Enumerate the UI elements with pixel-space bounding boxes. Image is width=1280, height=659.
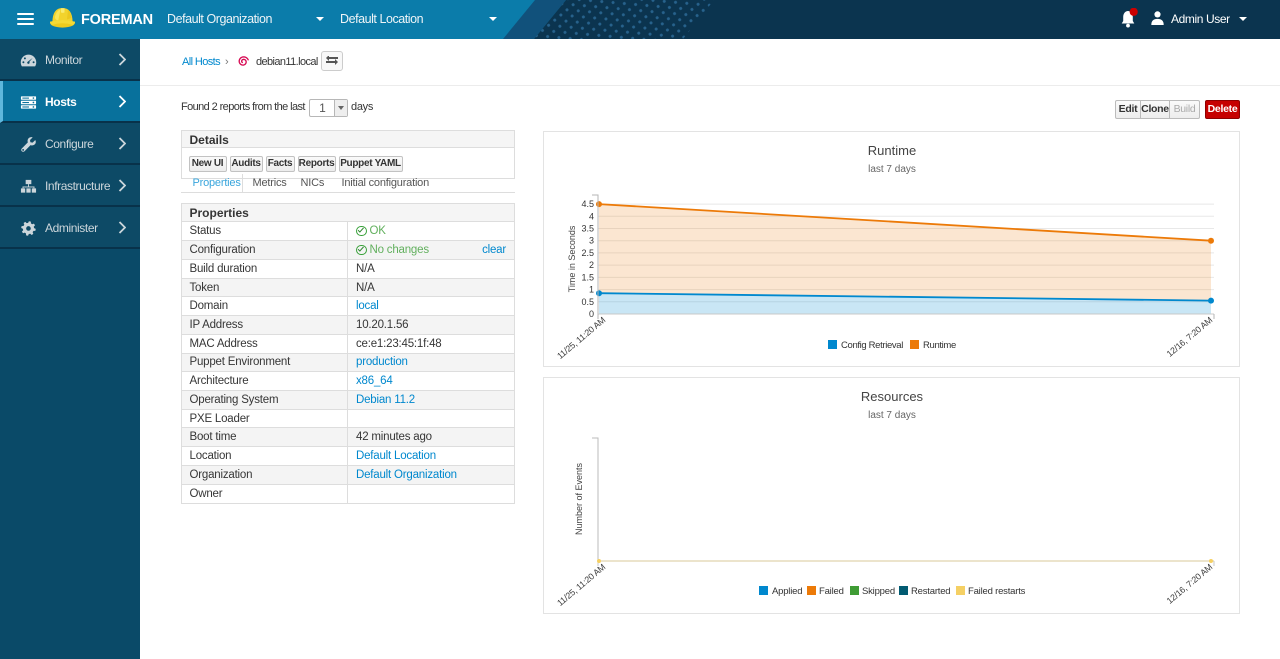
svg-text:Runtime: Runtime <box>923 340 956 351</box>
svg-text:0: 0 <box>589 309 594 319</box>
svg-text:11/25, 11:20 AM: 11/25, 11:20 AM <box>555 314 607 360</box>
svg-text:last 7 days: last 7 days <box>868 164 916 175</box>
svg-text:0.5: 0.5 <box>581 296 594 306</box>
svg-text:Applied: Applied <box>772 586 802 597</box>
svg-text:Failed restarts: Failed restarts <box>968 586 1026 597</box>
svg-text:12/16, 7:20 AM: 12/16, 7:20 AM <box>1165 314 1215 358</box>
svg-text:3: 3 <box>589 235 594 245</box>
svg-text:Skipped: Skipped <box>862 586 895 597</box>
svg-text:3.5: 3.5 <box>581 223 594 233</box>
svg-text:2: 2 <box>589 260 594 270</box>
svg-text:1: 1 <box>589 284 594 294</box>
svg-text:Failed: Failed <box>819 586 844 597</box>
svg-text:last 7 days: last 7 days <box>868 410 916 421</box>
svg-text:Number of Events: Number of Events <box>574 462 584 535</box>
svg-text:Restarted: Restarted <box>911 586 950 597</box>
svg-text:Runtime: Runtime <box>868 143 916 158</box>
svg-text:Config Retrieval: Config Retrieval <box>841 340 903 351</box>
svg-text:1.5: 1.5 <box>581 272 594 282</box>
svg-text:12/16, 7:20 AM: 12/16, 7:20 AM <box>1165 562 1215 606</box>
svg-text:4.5: 4.5 <box>581 199 594 209</box>
svg-text:Resources: Resources <box>861 389 924 404</box>
svg-text:11/25, 11:20 AM: 11/25, 11:20 AM <box>555 562 607 608</box>
svg-text:2.5: 2.5 <box>581 247 594 257</box>
svg-text:4: 4 <box>589 211 594 221</box>
svg-text:Time in Seconds: Time in Seconds <box>567 225 577 292</box>
